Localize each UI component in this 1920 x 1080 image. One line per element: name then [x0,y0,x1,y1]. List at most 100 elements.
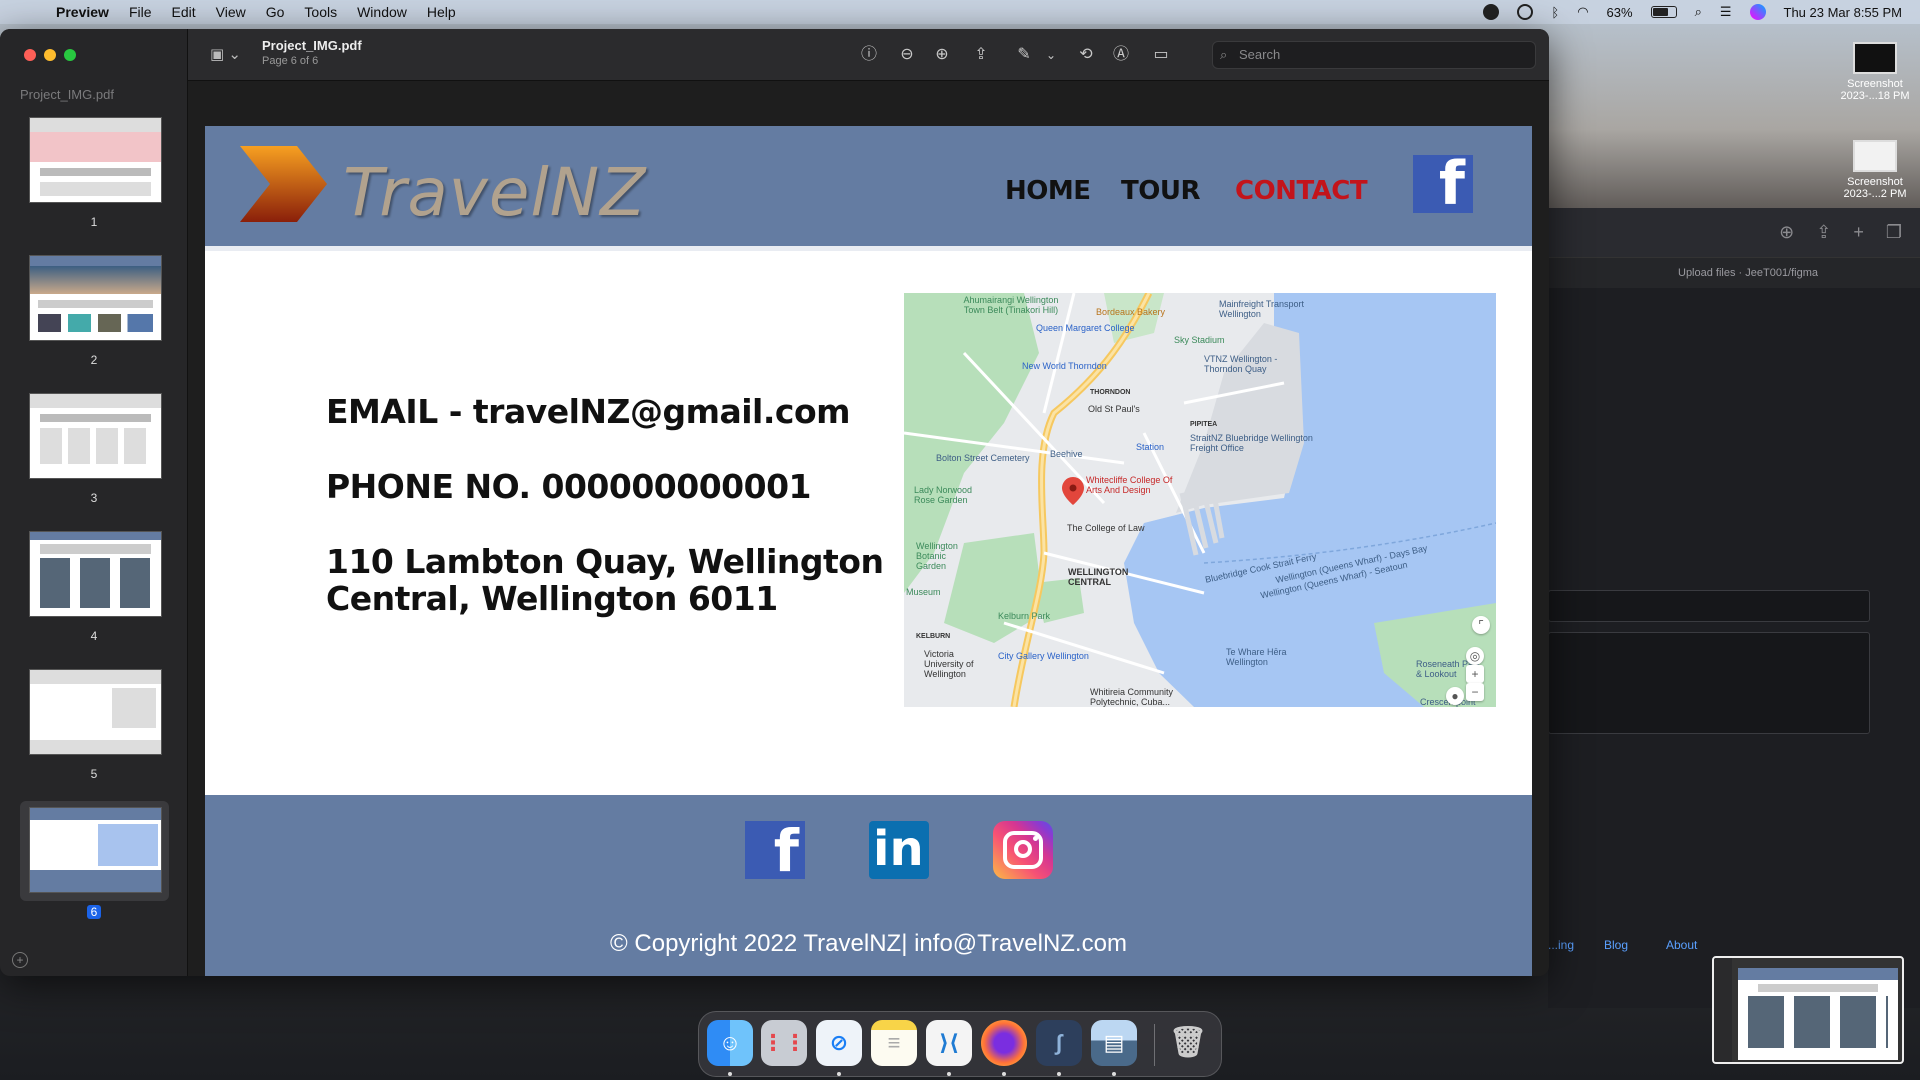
minimize-button[interactable] [44,49,56,61]
page-thumbnail-2[interactable] [29,255,162,341]
map-label: New World Thorndon [1022,361,1107,371]
control-center-icon[interactable]: ☰ [1720,4,1732,20]
page-thumbnail-1[interactable] [29,117,162,203]
page-number-4: 4 [90,629,98,643]
page-number-1: 1 [90,215,98,229]
map-label: Sky Stadium [1174,335,1225,345]
map-label: VTNZ Wellington - Thorndon Quay [1204,354,1278,374]
mysql-workbench-icon[interactable]: ∫ [1036,1020,1082,1066]
background-input[interactable] [1548,590,1870,622]
map-zoom-in-icon[interactable]: + [1466,665,1484,683]
menu-edit[interactable]: Edit [162,4,206,20]
markup-pen-icon[interactable]: ✎ [1013,44,1035,66]
close-button[interactable] [24,49,36,61]
copyright-text: © Copyright 2022 TravelNZ| info@TravelNZ… [610,930,1127,957]
share-icon[interactable]: ⇪ [1816,222,1831,243]
map-label: Lady Norwood Rose Garden [914,485,973,505]
sidebar-toggle-icon[interactable]: ▣ ⌄ [210,45,242,65]
nav-tour[interactable]: TOUR [1121,176,1200,206]
notes-icon[interactable]: ≡ [871,1020,917,1066]
map-label: PIPITEA [1190,421,1218,428]
footer-link[interactable]: ...ing [1548,938,1574,952]
footer-link-blog[interactable]: Blog [1604,938,1628,952]
rotate-icon[interactable]: ⟲ [1075,44,1097,66]
share-icon[interactable]: ⇪ [970,44,992,66]
tabs-overview-icon[interactable]: ❐ [1886,222,1902,243]
menu-app-preview[interactable]: Preview [46,4,119,20]
map-fullscreen-icon[interactable]: ⌜ [1472,616,1490,634]
menu-go[interactable]: Go [256,4,295,20]
safari-icon[interactable]: ⊘ [816,1020,862,1066]
background-browser-window[interactable]: ⊕ ⇪ + ❐ Upload files · JeeT001/figma ...… [1548,208,1920,1008]
page-thumbnail-5[interactable] [29,669,162,755]
footer-link-about[interactable]: About [1666,938,1697,952]
firefox-icon[interactable] [981,1020,1027,1066]
search-icon: ⌕ [1220,47,1228,62]
clock[interactable]: Thu 23 Mar 8:55 PM [1784,5,1903,20]
new-tab-icon[interactable]: + [1853,222,1864,243]
nav-contact[interactable]: CONTACT [1235,176,1368,206]
finder-icon[interactable]: ☺ [707,1020,753,1066]
site-logo[interactable]: TravelNZ [343,154,646,231]
wifi-icon[interactable]: ◠ [1577,4,1588,20]
download-icon[interactable]: ⊕ [1779,222,1794,243]
background-tab-bar: Upload files · JeeT001/figma [1548,258,1920,288]
preview-window[interactable]: Project_IMG.pdf 1 2 3 4 5 6 + ▣ ⌄ Projec… [0,29,1549,976]
map-label: THORNDON [1090,389,1131,396]
preview-icon[interactable]: ▤ [1091,1020,1137,1066]
map-label: The College of Law [1067,523,1145,533]
zoom-button[interactable] [64,49,76,61]
page-thumbnail-3[interactable] [29,393,162,479]
page-thumbnail-4[interactable] [29,531,162,617]
document-page-indicator: Page 6 of 6 [262,55,319,67]
map-zoom-out-icon[interactable]: − [1466,683,1484,701]
running-indicator [1002,1072,1006,1076]
menu-window[interactable]: Window [347,4,417,20]
facebook-icon[interactable]: f [745,817,805,885]
battery-percent: 63% [1606,4,1633,20]
contact-address-line2: Central, Wellington 6011 [326,579,778,618]
desktop-file-screenshot-1[interactable]: Screenshot 2023-...18 PM [1835,42,1915,102]
battery-icon[interactable] [1650,6,1677,18]
vscode-icon[interactable]: ⟩⟨ [926,1020,972,1066]
map-pegman-icon[interactable]: ● [1446,687,1464,705]
add-page-icon[interactable]: + [12,952,28,968]
menu-view[interactable]: View [206,4,256,20]
siri-icon[interactable] [1749,4,1766,20]
time-machine-icon[interactable] [1517,4,1534,20]
menu-help[interactable]: Help [417,4,466,20]
markup-icon[interactable]: Ⓐ [1110,44,1132,66]
info-icon[interactable]: ⓘ [858,44,880,66]
launchpad-icon[interactable]: ⋮⋮ [761,1020,807,1066]
menu-file[interactable]: File [119,4,162,20]
chevron-down-icon[interactable]: ⌄ [1040,44,1062,66]
preview-toolbar: ▣ ⌄ Project_IMG.pdf Page 6 of 6 ⓘ ⊖ ⊕ ⇪ … [188,29,1549,81]
document-area[interactable]: TravelNZ HOME TOUR CONTACT f EMAIL - tra… [188,82,1549,976]
background-textarea[interactable] [1548,632,1870,734]
menu-bar: Preview File Edit View Go Tools Window H… [0,0,1920,24]
search-field[interactable]: ⌕ Search [1212,41,1536,69]
zoom-out-icon[interactable]: ⊖ [896,44,918,66]
dark-mode-icon[interactable] [1483,4,1500,20]
map-shapes [904,293,1496,707]
site-header: TravelNZ HOME TOUR CONTACT f [205,126,1532,251]
instagram-icon[interactable] [993,821,1053,879]
menu-tools[interactable]: Tools [294,4,347,20]
facebook-icon[interactable]: f [1413,149,1473,219]
bluetooth-icon[interactable]: ᛒ [1551,5,1559,20]
spotlight-icon[interactable]: ⌕ [1695,4,1702,20]
nav-home[interactable]: HOME [1005,176,1091,206]
status-area: ᛒ ◠ 63% ⌕ ☰ Thu 23 Mar 8:55 PM [1483,4,1920,20]
map-locate-icon[interactable]: ◎ [1466,647,1484,665]
trash-icon[interactable]: 🗑 [1165,1020,1211,1066]
running-indicator [1057,1072,1061,1076]
page-thumbnail-6[interactable] [29,807,162,893]
tab-upload-files[interactable]: Upload files · JeeT001/figma [1678,267,1818,279]
linkedin-icon[interactable]: in [869,821,929,879]
desktop-file-screenshot-2[interactable]: Screenshot 2023-...2 PM [1835,140,1915,200]
zoom-in-icon[interactable]: ⊕ [931,44,953,66]
location-map[interactable]: Ahumairangi Wellington Town Belt (Tinako… [904,293,1496,707]
running-indicator [837,1072,841,1076]
form-fill-icon[interactable]: ▭ [1150,44,1172,66]
screenshot-floating-thumbnail[interactable] [1712,956,1904,1064]
